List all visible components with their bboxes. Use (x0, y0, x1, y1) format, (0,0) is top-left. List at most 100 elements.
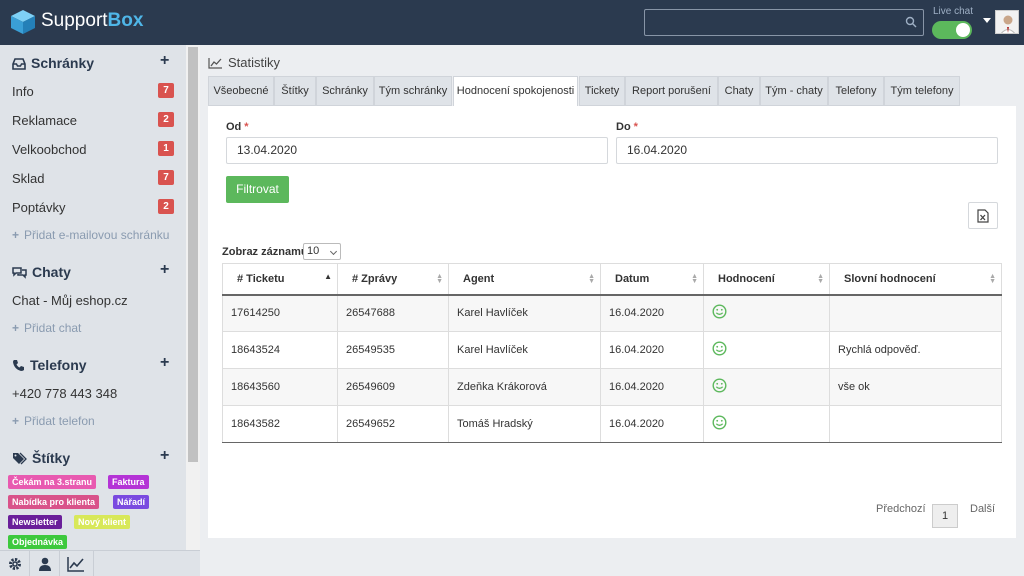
search-icon (905, 16, 917, 28)
sidebar-item-sklad[interactable]: Sklad (12, 171, 45, 186)
search-input[interactable] (644, 9, 924, 36)
filter-button[interactable]: Filtrovat (226, 176, 289, 203)
cell-ticket: 18643560 (222, 368, 338, 406)
content-panel: Od * 13.04.2020 Do * 16.04.2020 Filtrovat … (208, 106, 1016, 538)
column-header-message[interactable]: # Zprávy ▲ ▼ (337, 263, 449, 296)
livechat-toggle[interactable] (932, 21, 972, 39)
column-header-date[interactable]: Datum ▲ ▼ (600, 263, 704, 296)
add-mailbox-link[interactable]: + Přidat e-mailovou schránku (12, 228, 169, 242)
smile-icon (712, 415, 727, 430)
pagination-page-1[interactable]: 1 (932, 504, 958, 528)
chevron-down-icon[interactable] (983, 18, 991, 23)
date-to-input[interactable]: 16.04.2020 (616, 137, 998, 164)
inbox-icon (12, 58, 26, 70)
add-phone-plus-icon[interactable]: + (160, 354, 169, 372)
tag-chip[interactable]: Newsletter (8, 515, 62, 529)
plus-icon: + (12, 228, 20, 242)
tag-chip[interactable]: Čekám na 3.stranu (8, 475, 97, 489)
sort-icon: ▲ ▼ (588, 273, 595, 285)
sort-icon: ▲ ▼ (817, 273, 824, 285)
tag-chip[interactable]: Objednávka (8, 535, 68, 549)
date-from-input[interactable]: 13.04.2020 (226, 137, 608, 164)
page-length-label: Zobraz záznamů (222, 246, 308, 258)
settings-button[interactable] (0, 551, 30, 576)
tab-tym-schranky[interactable]: Tým schránky (374, 76, 452, 106)
sidebar-item-info[interactable]: Info (12, 84, 34, 99)
from-label: Od * (226, 121, 249, 133)
statistics-button[interactable] (60, 551, 94, 576)
table-row[interactable]: 17614250 26547688 Karel Havlíček 16.04.2… (222, 294, 1002, 332)
chat-bubbles-icon (12, 267, 27, 279)
tab-tickety[interactable]: Tickety (579, 76, 625, 106)
column-header-comment[interactable]: Slovní hodnocení ▲ ▼ (829, 263, 1002, 296)
cell-message: 26547688 (337, 294, 449, 332)
scrollbar-thumb[interactable] (188, 47, 198, 462)
column-header-agent[interactable]: Agent ▲ ▼ (448, 263, 601, 296)
to-label: Do * (616, 121, 638, 133)
user-photo-icon (996, 11, 1018, 33)
tab-telefony[interactable]: Telefony (828, 76, 884, 106)
tab-stitky[interactable]: Štítky (274, 76, 316, 106)
cell-agent: Karel Havlíček (448, 294, 601, 332)
line-chart-icon (67, 557, 84, 572)
tab-chaty[interactable]: Chaty (718, 76, 760, 106)
add-chat-link[interactable]: + Přidat chat (12, 321, 81, 335)
tag-chip[interactable]: Nový klient (74, 515, 131, 529)
count-badge: 7 (158, 83, 174, 98)
tab-tym-chaty[interactable]: Tým - chaty (760, 76, 828, 106)
cell-ticket: 18643582 (222, 405, 338, 443)
count-badge: 2 (158, 199, 174, 214)
tab-tym-telefony[interactable]: Tým telefony (884, 76, 960, 106)
users-button[interactable] (30, 551, 60, 576)
sidebar-item-poptavky[interactable]: Poptávky (12, 200, 65, 215)
sort-icon: ▲ ▼ (989, 273, 996, 285)
page-length-select[interactable]: 10 (303, 243, 341, 260)
cell-agent: Karel Havlíček (448, 331, 601, 369)
phones-heading[interactable]: Telefony (12, 357, 87, 373)
add-tag-plus-icon[interactable]: + (160, 447, 169, 465)
sort-icon: ▲ ▼ (691, 273, 698, 285)
tab-report-poruseni[interactable]: Report porušení (625, 76, 718, 106)
tab-vseobecne[interactable]: Všeobecné (208, 76, 274, 106)
tag-chip[interactable]: Nářadí (113, 495, 150, 509)
add-phone-link[interactable]: + Přidat telefon (12, 414, 95, 428)
table-row[interactable]: 18643560 26549609 Zdeňka Krákorová 16.04… (222, 368, 1002, 406)
plus-icon: + (12, 414, 20, 428)
cell-message: 26549652 (337, 405, 449, 443)
cell-message: 26549535 (337, 331, 449, 369)
sidebar-item-phone[interactable]: +420 778 443 348 (12, 386, 117, 401)
tag-chip[interactable]: Faktura (108, 475, 149, 489)
app-logo-text[interactable]: SupportBox (41, 10, 143, 32)
plus-icon: + (12, 321, 20, 335)
add-chat-plus-icon[interactable]: + (160, 261, 169, 279)
column-header-rating[interactable]: Hodnocení ▲ ▼ (703, 263, 830, 296)
sidebar-scrollbar[interactable] (186, 45, 200, 550)
cell-rating (703, 368, 830, 406)
table-row[interactable]: 18643582 26549652 Tomáš Hradský 16.04.20… (222, 405, 1002, 443)
sidebar-item-velkoobchod[interactable]: Velkoobchod (12, 142, 86, 157)
smile-icon (712, 304, 727, 319)
tab-schranky[interactable]: Schránky (316, 76, 374, 106)
pagination-next[interactable]: Další (970, 503, 995, 515)
cell-message: 26549609 (337, 368, 449, 406)
chats-heading[interactable]: Chaty (12, 264, 71, 280)
table-row[interactable]: 18643524 26549535 Karel Havlíček 16.04.2… (222, 331, 1002, 369)
export-excel-button[interactable] (968, 202, 998, 229)
count-badge: 7 (158, 170, 174, 185)
sidebar-content: Schránky + Info 7 Reklamace 2 Velkoobcho… (0, 45, 186, 550)
pagination-previous[interactable]: Předchozí (876, 503, 926, 515)
livechat-label: Live chat (933, 6, 974, 17)
cell-comment: vše ok (829, 368, 1002, 406)
tags-heading[interactable]: Štítky (12, 450, 70, 466)
sidebar: Schránky + Info 7 Reklamace 2 Velkoobcho… (0, 45, 200, 576)
avatar[interactable] (995, 10, 1019, 34)
sidebar-footer (0, 550, 200, 576)
column-header-ticket[interactable]: # Ticketu ▲ (222, 263, 338, 296)
sidebar-item-reklamace[interactable]: Reklamace (12, 113, 77, 128)
add-mailbox-plus-icon[interactable]: + (160, 52, 169, 70)
cell-rating (703, 405, 830, 443)
tag-chip[interactable]: Nabídka pro klienta (8, 495, 100, 509)
sidebar-item-chat[interactable]: Chat - Můj eshop.cz (12, 293, 128, 308)
mailboxes-heading[interactable]: Schránky (12, 55, 94, 71)
tab-hodnoceni-spokojenosti[interactable]: Hodnocení spokojenosti (453, 76, 578, 107)
